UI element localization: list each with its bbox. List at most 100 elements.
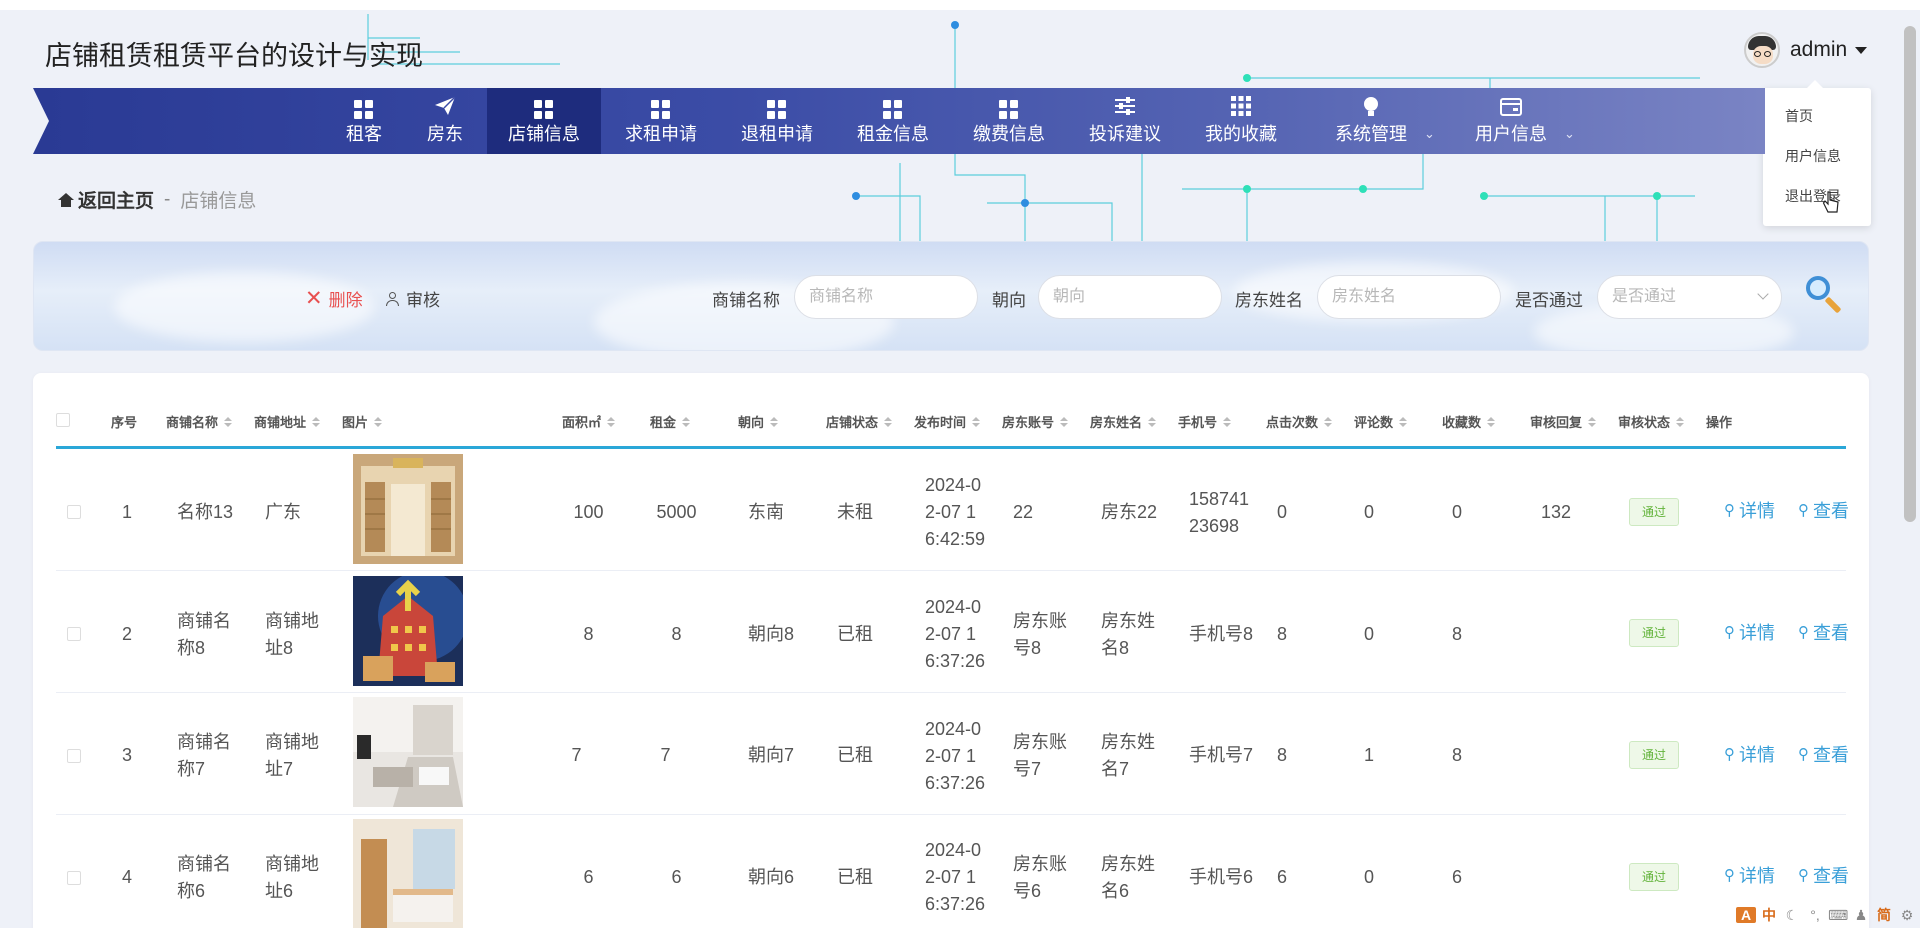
lightbulb-icon: [1330, 96, 1412, 124]
col-image[interactable]: 图片: [342, 412, 383, 431]
user-icon: ♟: [1854, 906, 1868, 923]
approved-select[interactable]: 是否通过: [1597, 275, 1782, 319]
col-actions: 操作: [1706, 415, 1733, 430]
delete-button[interactable]: ✕ 删除: [305, 286, 363, 311]
approved-label: 是否通过: [1515, 291, 1583, 310]
nav-item-landlords[interactable]: 房东: [418, 88, 472, 154]
col-audit-reply[interactable]: 审核回复: [1530, 412, 1597, 431]
pointer-cursor: [1822, 191, 1839, 213]
chevron-down-icon: ⌄: [1424, 126, 1435, 141]
card-icon: [1470, 96, 1552, 124]
apps-icon: [1200, 96, 1282, 124]
user-menu-trigger[interactable]: admin: [1744, 30, 1868, 70]
col-area[interactable]: 面积㎡: [562, 412, 616, 431]
col-shop-address[interactable]: 商铺地址: [254, 412, 321, 431]
col-shop-name[interactable]: 商铺名称: [166, 412, 233, 431]
nav-item-rent-info[interactable]: 租金信息: [852, 88, 934, 154]
grid-icon: [487, 96, 601, 124]
close-icon: ✕: [305, 287, 323, 310]
nav-item-complaints[interactable]: 投诉建议: [1084, 88, 1166, 154]
chevron-down-icon: ⌄: [1564, 126, 1575, 141]
row-checkbox[interactable]: [67, 871, 81, 885]
search-button[interactable]: [1804, 274, 1846, 316]
detail-link[interactable]: ⚲ 详情: [1724, 497, 1775, 523]
col-publish-time[interactable]: 发布时间: [914, 412, 981, 431]
caret-down-icon: [1855, 46, 1868, 54]
sliders-icon: [1084, 96, 1166, 124]
grid-icon: [852, 96, 934, 124]
breadcrumb: 返回主页 - 店铺信息: [58, 186, 256, 213]
search-icon: ⚲: [1724, 624, 1735, 641]
col-landlord-account[interactable]: 房东账号: [1002, 412, 1069, 431]
shop-name-input[interactable]: 商铺名称: [794, 275, 978, 319]
orientation-input[interactable]: 朝向: [1038, 275, 1222, 319]
row-checkbox[interactable]: [67, 505, 81, 519]
col-comments[interactable]: 评论数: [1354, 412, 1408, 431]
shop-image[interactable]: [353, 819, 463, 928]
nav-item-rent-requests[interactable]: 求租申请: [620, 88, 702, 154]
moon-icon: ☾: [1785, 906, 1799, 923]
view-link[interactable]: ⚲ 查看: [1798, 741, 1849, 767]
avatar: [1744, 32, 1780, 68]
landlord-name-label: 房东姓名: [1235, 291, 1303, 310]
search-icon: ⚲: [1798, 867, 1809, 884]
col-audit-status[interactable]: 审核状态: [1618, 412, 1685, 431]
row-checkbox[interactable]: [67, 627, 81, 641]
orientation-label: 朝向: [992, 291, 1026, 310]
user-dropdown: 首页 用户信息 退出登录: [1763, 80, 1871, 226]
select-all-checkbox[interactable]: [56, 413, 70, 427]
dropdown-item-home[interactable]: 首页: [1785, 106, 1813, 126]
shop-image[interactable]: [353, 454, 463, 564]
scrollbar[interactable]: [1904, 26, 1916, 522]
search-icon: ⚲: [1724, 867, 1735, 884]
view-link[interactable]: ⚲ 查看: [1798, 862, 1849, 888]
audit-button[interactable]: 审核: [385, 286, 440, 311]
col-clicks[interactable]: 点击次数: [1266, 412, 1333, 431]
paper-plane-icon: [418, 96, 472, 124]
chevron-down-icon: [1757, 288, 1769, 300]
nav-item-system-admin[interactable]: 系统管理 ⌄: [1330, 88, 1440, 154]
view-link[interactable]: ⚲ 查看: [1798, 619, 1849, 645]
search-icon: ⚲: [1798, 746, 1809, 763]
breadcrumb-home[interactable]: 返回主页: [58, 186, 154, 213]
username: admin: [1790, 38, 1848, 61]
nav-item-payment-info[interactable]: 缴费信息: [968, 88, 1050, 154]
col-shop-status[interactable]: 店铺状态: [826, 412, 893, 431]
breadcrumb-current: 店铺信息: [180, 191, 257, 212]
status-badge: 通过: [1629, 498, 1679, 526]
user-icon: [385, 291, 399, 306]
header-divider: [56, 446, 1846, 449]
site-title: 店铺租赁租赁平台的设计与实现: [45, 41, 423, 72]
landlord-name-input[interactable]: 房东姓名: [1317, 275, 1501, 319]
col-phone[interactable]: 手机号: [1178, 412, 1232, 431]
view-link[interactable]: ⚲ 查看: [1798, 497, 1849, 523]
shop-image[interactable]: [353, 576, 463, 686]
punctuation-icon: °,: [1810, 907, 1820, 923]
search-icon: ⚲: [1724, 502, 1735, 519]
top-strip: [0, 0, 1920, 10]
nav-item-favorites[interactable]: 我的收藏: [1200, 88, 1282, 154]
col-favorites[interactable]: 收藏数: [1442, 412, 1496, 431]
status-badge: 通过: [1629, 619, 1679, 647]
detail-link[interactable]: ⚲ 详情: [1724, 862, 1775, 888]
grid-icon: [736, 96, 818, 124]
nav-item-tenants[interactable]: 租客: [338, 88, 390, 154]
col-rent[interactable]: 租金: [650, 412, 691, 431]
keyboard-icon: ⌨: [1828, 906, 1849, 923]
shop-image[interactable]: [353, 697, 463, 807]
col-orientation[interactable]: 朝向: [738, 412, 779, 431]
row-checkbox[interactable]: [67, 749, 81, 763]
nav-item-lease-termination[interactable]: 退租申请: [736, 88, 818, 154]
nav-item-shop-info[interactable]: 店铺信息: [487, 88, 601, 154]
dropdown-item-user-info[interactable]: 用户信息: [1785, 146, 1841, 166]
search-icon: ⚲: [1798, 624, 1809, 641]
detail-link[interactable]: ⚲ 详情: [1724, 619, 1775, 645]
shop-name-label: 商铺名称: [712, 291, 780, 310]
ime-toolbar[interactable]: A 中 ☾ °, ⌨ ♟ 简 ⚙: [1736, 904, 1917, 926]
nav-item-user-info[interactable]: 用户信息 ⌄: [1470, 88, 1580, 154]
col-landlord-name[interactable]: 房东姓名: [1090, 412, 1157, 431]
detail-link[interactable]: ⚲ 详情: [1724, 741, 1775, 767]
search-icon: ⚲: [1724, 746, 1735, 763]
status-badge: 通过: [1629, 863, 1679, 891]
status-badge: 通过: [1629, 741, 1679, 769]
